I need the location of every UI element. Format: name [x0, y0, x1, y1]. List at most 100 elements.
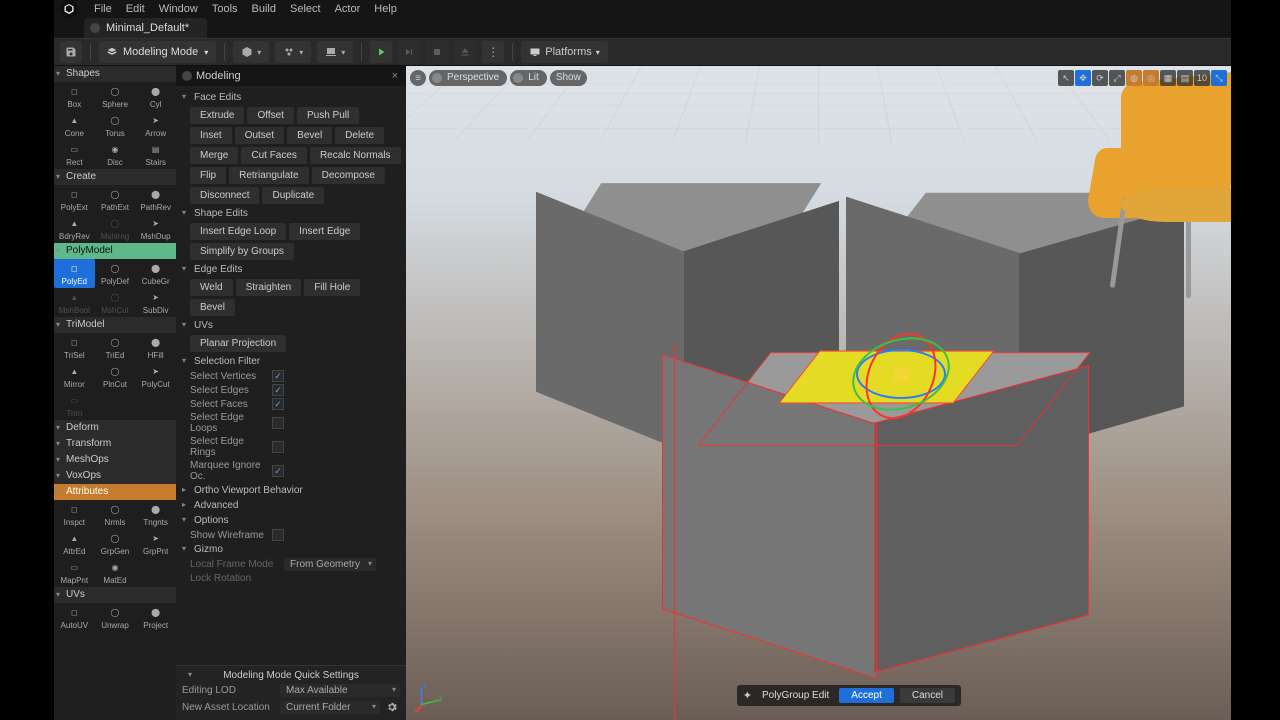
world-local-icon[interactable]: ◍: [1126, 70, 1142, 86]
tool-mshcut[interactable]: ◯MshCut: [95, 288, 136, 317]
tool-mappnt[interactable]: ▭MapPnt: [54, 558, 95, 587]
tool-project[interactable]: ⬤Project: [135, 603, 176, 632]
tool-pathrev[interactable]: ⬤PathRev: [135, 185, 176, 214]
op-planar-projection[interactable]: Planar Projection: [190, 335, 286, 352]
section-uvs[interactable]: UVs: [180, 318, 402, 333]
op-weld[interactable]: Weld: [190, 279, 233, 296]
op-cut-faces[interactable]: Cut Faces: [241, 147, 307, 164]
op-bevel[interactable]: Bevel: [190, 299, 235, 316]
category-uvs[interactable]: UVs: [54, 587, 176, 603]
skip-button[interactable]: [398, 41, 420, 63]
tool-mshlrng[interactable]: ◯Mshlrng: [95, 214, 136, 243]
tool-cyl[interactable]: ⬤Cyl: [135, 82, 176, 111]
level-tab[interactable]: Minimal_Default*: [84, 18, 207, 38]
category-attributes[interactable]: Attributes: [54, 484, 176, 500]
category-create[interactable]: Create: [54, 169, 176, 185]
tool-stairs[interactable]: ▤Stairs: [135, 140, 176, 169]
op-simplify-by-groups[interactable]: Simplify by Groups: [190, 243, 294, 260]
category-deform[interactable]: Deform: [54, 420, 176, 436]
transform-gizmo[interactable]: [846, 321, 956, 431]
stop-button[interactable]: [426, 41, 448, 63]
tool-unwrap[interactable]: ◯Unwrap: [95, 603, 136, 632]
tool-grpgen[interactable]: ◯GrpGen: [95, 529, 136, 558]
section-advanced[interactable]: Advanced: [180, 498, 402, 513]
tool-tried[interactable]: ◯TriEd: [95, 333, 136, 362]
tool-tngnts[interactable]: ⬤Tngnts: [135, 500, 176, 529]
grid-icon[interactable]: ▤: [1177, 70, 1193, 86]
op-push-pull[interactable]: Push Pull: [297, 107, 359, 124]
tool-attred[interactable]: ▲AttrEd: [54, 529, 95, 558]
check-select-edges[interactable]: Select Edges: [180, 383, 402, 397]
section-options[interactable]: Options: [180, 513, 402, 528]
tool-mshbool[interactable]: ▲MshBool: [54, 288, 95, 317]
cancel-button[interactable]: Cancel: [900, 688, 955, 703]
modeling-panel-tab[interactable]: Modeling×: [176, 66, 406, 86]
tool-trim[interactable]: ▭Trim: [54, 391, 95, 420]
snap-grid-icon[interactable]: ▦: [1160, 70, 1176, 86]
category-transform[interactable]: Transform: [54, 436, 176, 452]
viewport-perspective[interactable]: Perspective: [429, 70, 507, 86]
category-polymodel[interactable]: PolyModel: [54, 243, 176, 259]
tool-inspct[interactable]: ◻Inspct: [54, 500, 95, 529]
section-selection-filter[interactable]: Selection Filter: [180, 354, 402, 369]
section-shape-edits[interactable]: Shape Edits: [180, 206, 402, 221]
play-button[interactable]: [370, 41, 392, 63]
check-select-vertices[interactable]: Select Vertices: [180, 369, 402, 383]
viewport-show[interactable]: Show: [550, 70, 587, 86]
tool-mated[interactable]: ◉MatEd: [95, 558, 136, 587]
menu-help[interactable]: Help: [374, 3, 397, 15]
menu-select[interactable]: Select: [290, 3, 321, 15]
category-voxops[interactable]: VoxOps: [54, 468, 176, 484]
tool-subdiv[interactable]: ➤SubDiv: [135, 288, 176, 317]
menu-window[interactable]: Window: [159, 3, 198, 15]
tool-cubegr[interactable]: ⬤CubeGr: [135, 259, 176, 288]
tool-hfill[interactable]: ⬤HFill: [135, 333, 176, 362]
select-mode-icon[interactable]: ↖: [1058, 70, 1074, 86]
add-content-button[interactable]: ▾: [233, 41, 269, 63]
tool-pathext[interactable]: ◯PathExt: [95, 185, 136, 214]
eject-button[interactable]: [454, 41, 476, 63]
camera-speed[interactable]: 10: [1194, 70, 1210, 86]
op-disconnect[interactable]: Disconnect: [190, 187, 259, 204]
menu-edit[interactable]: Edit: [126, 3, 145, 15]
maximize-viewport-icon[interactable]: ⤡: [1211, 70, 1227, 86]
op-delete[interactable]: Delete: [335, 127, 384, 144]
op-retriangulate[interactable]: Retriangulate: [229, 167, 308, 184]
category-trimodel[interactable]: TriModel: [54, 317, 176, 333]
op-fill-hole[interactable]: Fill Hole: [304, 279, 360, 296]
tool-mshdup[interactable]: ➤MshDup: [135, 214, 176, 243]
check-select-edge-loops[interactable]: Select Edge Loops: [180, 411, 402, 435]
op-merge[interactable]: Merge: [190, 147, 238, 164]
check-select-edge-rings[interactable]: Select Edge Rings: [180, 435, 402, 459]
tool-sphere[interactable]: ◯Sphere: [95, 82, 136, 111]
tool-trisel[interactable]: ◻TriSel: [54, 333, 95, 362]
quick-settings-title[interactable]: Modeling Mode Quick Settings: [182, 668, 400, 683]
row-local-frame-mode[interactable]: Local Frame ModeFrom Geometry: [180, 557, 402, 572]
cinematics-button[interactable]: ▾: [317, 41, 353, 63]
platforms-combo[interactable]: Platforms ▾: [521, 41, 607, 63]
tool-box[interactable]: ◻Box: [54, 82, 95, 111]
op-straighten[interactable]: Straighten: [236, 279, 302, 296]
check-marquee-ignore-oc.[interactable]: Marquee Ignore Oc.: [180, 459, 402, 483]
tool-polycut[interactable]: ➤PolyCut: [135, 362, 176, 391]
quick-editing-lod[interactable]: Editing LODMax Available: [182, 683, 400, 698]
menu-build[interactable]: Build: [252, 3, 276, 15]
viewport-menu-icon[interactable]: ≡: [410, 70, 426, 86]
op-bevel[interactable]: Bevel: [287, 127, 332, 144]
viewport[interactable]: ≡ Perspective Lit Show ↖ ✥ ⟳ ⤢ ◍ ◎ ▦ ▤ 1…: [406, 66, 1231, 720]
tool-grppnt[interactable]: ➤GrpPnt: [135, 529, 176, 558]
check-select-faces[interactable]: Select Faces: [180, 397, 402, 411]
close-icon[interactable]: ×: [392, 70, 398, 82]
play-options-button[interactable]: ⋮: [482, 41, 504, 63]
category-meshops[interactable]: MeshOps: [54, 452, 176, 468]
op-decompose[interactable]: Decompose: [312, 167, 385, 184]
op-duplicate[interactable]: Duplicate: [262, 187, 324, 204]
editor-mode-combo[interactable]: Modeling Mode ▾: [99, 41, 216, 63]
section-face-edits[interactable]: Face Edits: [180, 90, 402, 105]
tool-cone[interactable]: ▲Cone: [54, 111, 95, 140]
menu-file[interactable]: File: [94, 3, 112, 15]
tool-arrow[interactable]: ➤Arrow: [135, 111, 176, 140]
rotate-mode-icon[interactable]: ⟳: [1092, 70, 1108, 86]
op-extrude[interactable]: Extrude: [190, 107, 244, 124]
menu-tools[interactable]: Tools: [212, 3, 238, 15]
